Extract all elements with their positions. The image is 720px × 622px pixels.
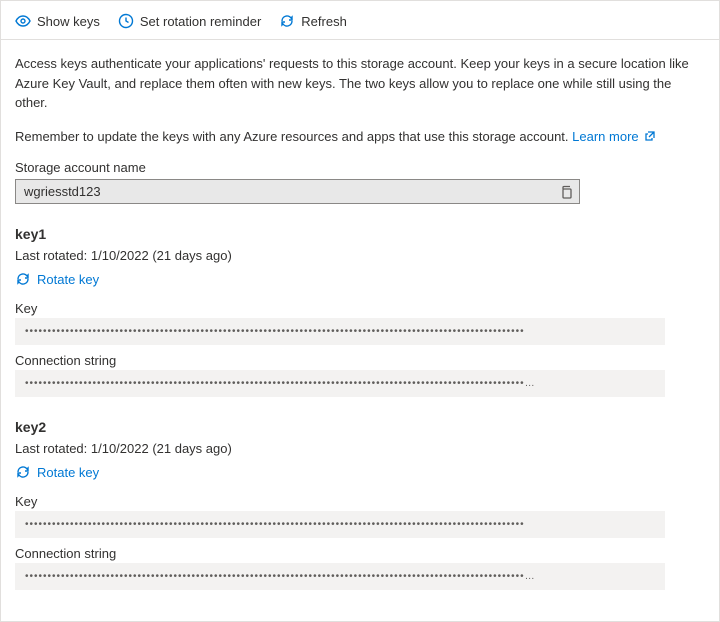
key1-conn-label: Connection string xyxy=(15,353,705,368)
show-keys-button[interactable]: Show keys xyxy=(15,13,100,29)
key1-key-label: Key xyxy=(15,301,705,316)
copy-icon xyxy=(559,185,573,199)
key-section-2: key2 Last rotated: 1/10/2022 (21 days ag… xyxy=(15,419,705,590)
storage-account-field: wgriesstd123 xyxy=(15,179,580,204)
description-p1: Access keys authenticate your applicatio… xyxy=(15,54,705,113)
key2-last-rotated: Last rotated: 1/10/2022 (21 days ago) xyxy=(15,441,705,456)
toolbar: Show keys Set rotation reminder Refresh xyxy=(1,1,719,40)
rotate-icon xyxy=(15,464,31,480)
key1-last-rotated: Last rotated: 1/10/2022 (21 days ago) xyxy=(15,248,705,263)
key2-rotate-button[interactable]: Rotate key xyxy=(15,464,99,480)
eye-icon xyxy=(15,13,31,29)
key2-title: key2 xyxy=(15,419,705,435)
key1-conn-value[interactable]: ••••••••••••••••••••••••••••••••••••••••… xyxy=(15,370,665,397)
description-p2-text: Remember to update the keys with any Azu… xyxy=(15,129,572,144)
key2-rotate-label: Rotate key xyxy=(37,465,99,480)
storage-account-value: wgriesstd123 xyxy=(24,184,559,199)
key2-conn-value[interactable]: ••••••••••••••••••••••••••••••••••••••••… xyxy=(15,563,665,590)
key1-rotate-label: Rotate key xyxy=(37,272,99,287)
key1-rotate-button[interactable]: Rotate key xyxy=(15,271,99,287)
key2-key-label: Key xyxy=(15,494,705,509)
show-keys-label: Show keys xyxy=(37,14,100,29)
description-p2: Remember to update the keys with any Azu… xyxy=(15,127,705,147)
key1-title: key1 xyxy=(15,226,705,242)
learn-more-link[interactable]: Learn more xyxy=(572,129,656,144)
key1-key-value[interactable]: ••••••••••••••••••••••••••••••••••••••••… xyxy=(15,318,665,345)
clock-icon xyxy=(118,13,134,29)
copy-button[interactable] xyxy=(559,185,573,199)
set-rotation-label: Set rotation reminder xyxy=(140,14,261,29)
refresh-label: Refresh xyxy=(301,14,347,29)
learn-more-label: Learn more xyxy=(572,129,638,144)
key2-key-value[interactable]: ••••••••••••••••••••••••••••••••••••••••… xyxy=(15,511,665,538)
key2-conn-label: Connection string xyxy=(15,546,705,561)
set-rotation-button[interactable]: Set rotation reminder xyxy=(118,13,261,29)
storage-account-label: Storage account name xyxy=(15,160,705,175)
refresh-button[interactable]: Refresh xyxy=(279,13,347,29)
key-section-1: key1 Last rotated: 1/10/2022 (21 days ag… xyxy=(15,226,705,397)
external-link-icon xyxy=(644,130,656,142)
content: Access keys authenticate your applicatio… xyxy=(1,40,719,604)
rotate-icon xyxy=(15,271,31,287)
refresh-icon xyxy=(279,13,295,29)
access-keys-panel: Show keys Set rotation reminder Refresh … xyxy=(0,0,720,622)
